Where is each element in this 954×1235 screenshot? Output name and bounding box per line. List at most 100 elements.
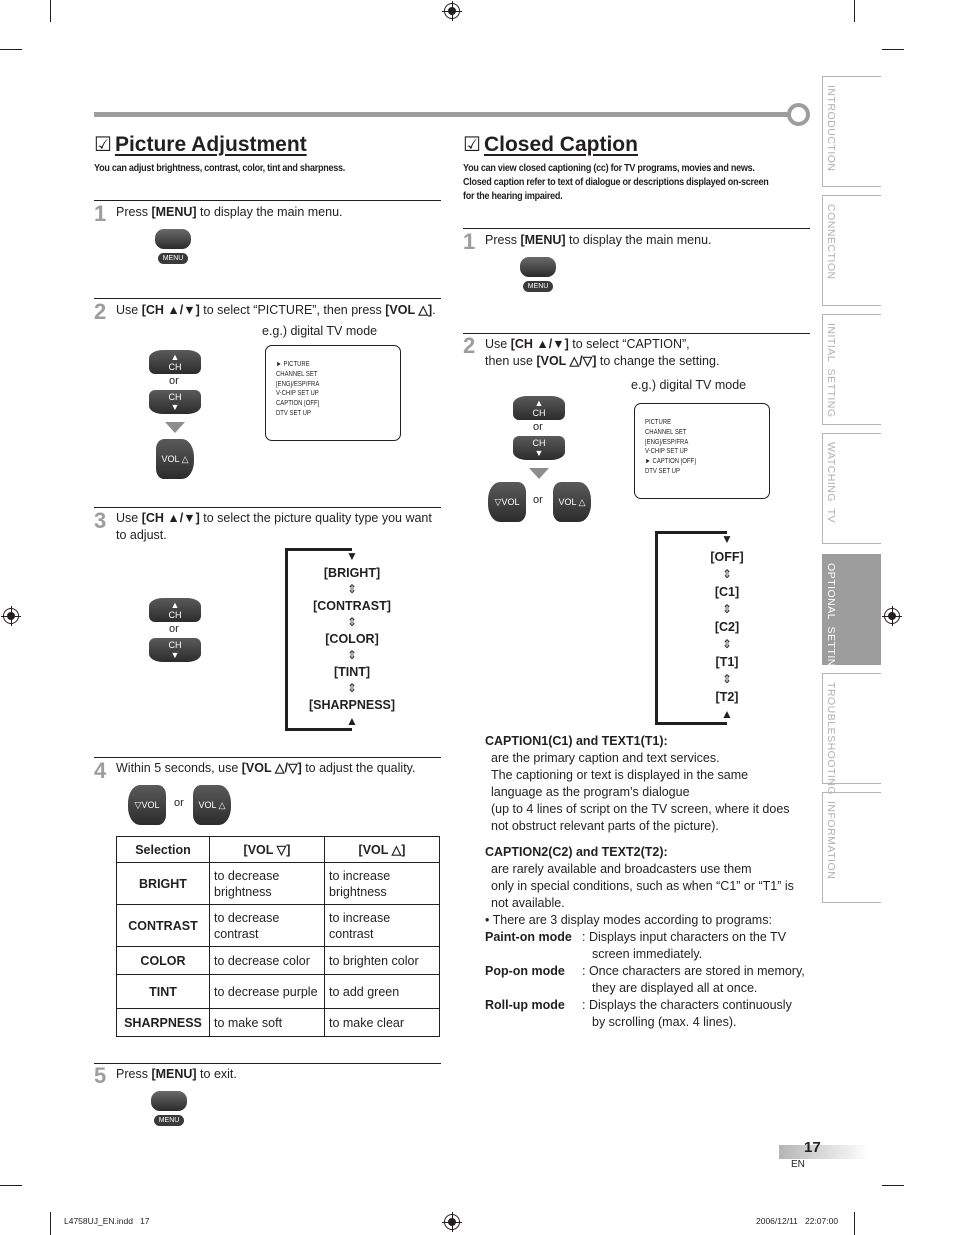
vol-down-button[interactable]: ▽VOL <box>128 785 166 825</box>
side-tab-information[interactable]: INFORMATION <box>822 792 881 903</box>
or-label: or <box>169 623 179 635</box>
step-1-instruction: Press [MENU] to display the main menu. <box>116 205 343 219</box>
osd-menu-item: ► CAPTION [OFF] <box>645 458 696 466</box>
crop-mark <box>50 0 51 22</box>
step-3-instruction: Use [CH ▲/▼] to select the picture quali… <box>116 511 432 542</box>
osd-menu-item: [ENG]/ESP/FRA <box>645 438 689 446</box>
display-mode-row: Pop-on mode: Once characters are stored … <box>485 963 805 997</box>
page-language: EN <box>791 1159 805 1170</box>
arrow-up-icon: ▲ <box>346 714 358 728</box>
or-label: or <box>174 797 184 809</box>
picture-adjustment-title: ☑ Picture Adjustment <box>94 132 307 157</box>
menu-button[interactable] <box>151 1091 187 1111</box>
ch-down-button[interactable]: CH ▼ <box>149 390 201 414</box>
ch-up-button[interactable]: ▲ CH <box>149 598 201 622</box>
arrow-down-icon: ▼ <box>721 532 733 546</box>
vol-up-button[interactable]: VOL △ <box>193 785 231 825</box>
step-divider <box>94 298 441 299</box>
table-row: COLOR to decrease color to brighten color <box>116 946 440 975</box>
side-tab-label: CONNECTION <box>825 204 837 280</box>
osd-screen-caption: PICTURE CHANNEL SET [ENG]/ESP/FRA V-CHIP… <box>634 403 770 499</box>
effect-cell: to decrease purple <box>209 974 325 1009</box>
step-divider <box>463 333 810 334</box>
osd-menu-item: PICTURE <box>645 419 672 426</box>
double-arrow-icon: ⇕ <box>346 648 358 662</box>
c1-text-line: (up to 4 lines of script on the TV scree… <box>491 802 790 816</box>
vol-up-button[interactable]: VOL △ <box>553 482 591 522</box>
c2-text-line: not available. <box>491 896 565 910</box>
cycle-item: [BRIGHT] <box>323 566 381 580</box>
osd-menu-item: CHANNEL SET <box>645 428 687 436</box>
selection-cell: TINT <box>116 974 210 1009</box>
osd-caption: e.g.) digital TV mode <box>631 378 747 392</box>
effect-cell: to make clear <box>324 1008 440 1037</box>
table-row: TINT to decrease purple to add green <box>116 974 440 1009</box>
crop-mark <box>0 1185 22 1186</box>
ch-up-button[interactable]: ▲ CH <box>513 396 565 420</box>
vol-down-button[interactable]: ▽VOL <box>488 482 526 522</box>
step-2-instruction: Use [CH ▲/▼] to select “PICTURE”, then p… <box>116 303 436 317</box>
c2-text-line: only in special conditions, such as when… <box>491 879 794 893</box>
side-tab-optional-setting[interactable]: OPTIONAL SETTING <box>822 554 881 676</box>
cycle-item: [OFF] <box>710 550 744 564</box>
c1-text-line: are the primary caption and text service… <box>491 751 720 765</box>
osd-menu-item: CAPTION [OFF] <box>276 400 320 408</box>
effect-cell: to increase contrast <box>324 904 440 947</box>
ch-up-button[interactable]: ▲ CH <box>149 350 201 374</box>
step-divider <box>463 228 810 229</box>
effect-cell: to decrease brightness <box>209 862 325 905</box>
vol-up-button[interactable]: VOL △ <box>156 439 194 479</box>
header-band <box>94 112 796 117</box>
menu-button[interactable] <box>520 257 556 277</box>
side-tab-introduction[interactable]: INTRODUCTION <box>822 76 881 187</box>
display-mode-name: Paint-on mode <box>485 930 572 944</box>
crop-mark <box>854 1212 855 1235</box>
step-number: 1 <box>463 229 476 254</box>
display-mode-row: Paint-on mode: Displays input characters… <box>485 929 805 963</box>
step-number: 1 <box>94 201 107 226</box>
side-tab-label: TROUBLESHOOTING <box>825 682 837 796</box>
side-tab-label: INTRODUCTION <box>825 85 837 172</box>
cycle-item: [C2] <box>714 620 740 634</box>
ch-down-button[interactable]: CH ▼ <box>513 436 565 460</box>
cycle-item: [SHARPNESS] <box>308 698 396 712</box>
side-tab-initial-setting[interactable]: INITIAL SETTING <box>822 314 881 425</box>
table-header: [VOL △] <box>324 836 440 863</box>
registration-mark-icon <box>882 606 902 626</box>
step-divider <box>94 757 441 758</box>
side-tab-watching-tv[interactable]: WATCHING TV <box>822 433 881 544</box>
cycle-item: [TINT] <box>333 665 371 679</box>
step-number: 2 <box>94 299 107 324</box>
registration-mark-icon <box>442 1212 462 1232</box>
cycle-item: [CONTRAST] <box>313 599 391 613</box>
slug-file: L4758UJ_EN.indd 17 <box>64 1216 150 1226</box>
osd-menu-item: V-CHIP SET UP <box>276 390 319 398</box>
cc-step-2-instruction: Use [CH ▲/▼] to select “CAPTION”, then u… <box>485 337 720 368</box>
selection-cell: BRIGHT <box>116 862 210 905</box>
caption-notes: CAPTION1(C1) and TEXT1(T1): are the prim… <box>485 733 815 1031</box>
selection-cell: COLOR <box>116 946 210 975</box>
menu-button[interactable] <box>155 229 191 249</box>
picture-adjustment-table: Selection [VOL ▽] [VOL △] BRIGHT to decre… <box>116 836 440 1037</box>
down-arrow-icon <box>165 422 185 433</box>
effect-cell: to decrease contrast <box>209 904 325 947</box>
menu-button-label: MENU <box>154 1115 184 1126</box>
arrow-up-icon: ▲ <box>721 707 733 721</box>
page-number-band <box>779 1145 869 1159</box>
cycle-item: [T2] <box>715 690 739 704</box>
closed-caption-lead: You can view closed captioning (cc) for … <box>463 162 769 202</box>
osd-menu-item: ► PICTURE <box>276 361 310 368</box>
table-row: SHARPNESS to make soft to make clear <box>116 1008 440 1037</box>
side-tab-label: INITIAL SETTING <box>825 323 837 418</box>
double-arrow-icon: ⇕ <box>346 615 358 629</box>
ch-down-button[interactable]: CH ▼ <box>149 638 201 662</box>
picture-adjustment-lead: You can adjust brightness, contrast, col… <box>94 162 346 174</box>
step-divider <box>94 507 441 508</box>
osd-caption: e.g.) digital TV mode <box>262 324 378 338</box>
side-tab-connection[interactable]: CONNECTION <box>822 195 881 306</box>
or-label: or <box>533 494 543 506</box>
double-arrow-icon: ⇕ <box>721 602 733 616</box>
c1-text-line: language as the program’s dialogue <box>491 785 690 799</box>
side-tab-troubleshooting[interactable]: TROUBLESHOOTING <box>822 673 881 795</box>
or-label: or <box>533 421 543 433</box>
